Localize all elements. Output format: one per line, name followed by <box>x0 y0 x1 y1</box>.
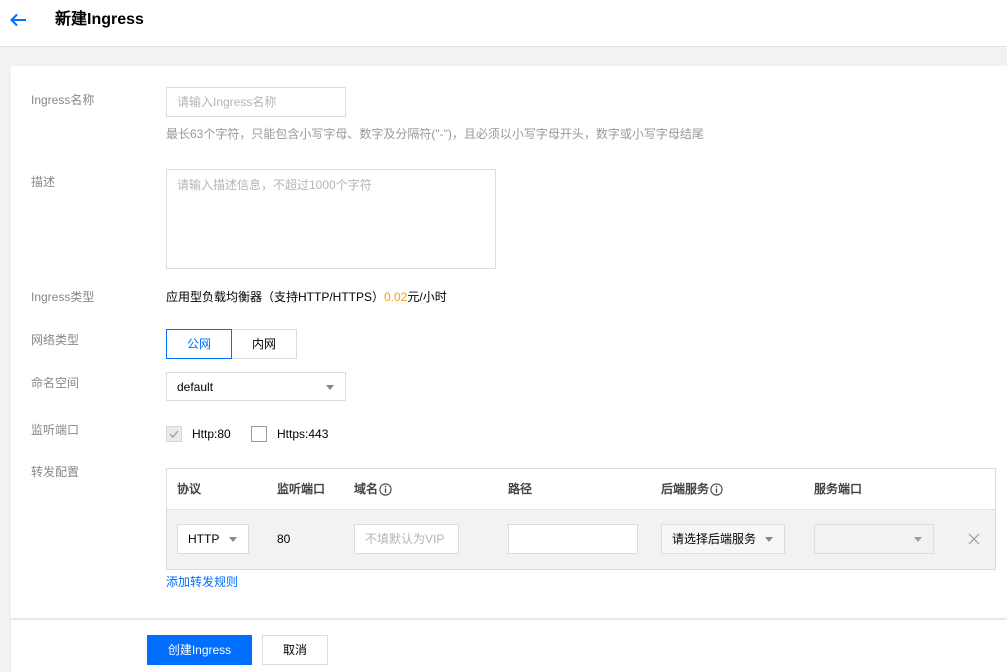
table-header: 协议 监听端口 域名 路径 后端服务 服务端口 <box>167 469 995 509</box>
path-input[interactable] <box>508 524 638 554</box>
description-textarea[interactable] <box>166 169 496 269</box>
namespace-select[interactable]: default <box>166 372 346 401</box>
forwarding-table: 协议 监听端口 域名 路径 后端服务 服务端口 HTTP 80 请选择后端服务 <box>166 468 996 570</box>
info-icon[interactable] <box>379 482 392 496</box>
close-icon[interactable] <box>968 533 980 545</box>
namespace-select-value: default <box>177 379 214 394</box>
column-header-service-port: 服务端口 <box>814 482 863 496</box>
protocol-select[interactable]: HTTP <box>177 524 249 554</box>
namespace-label: 命名空间 <box>31 376 80 390</box>
service-port-select[interactable] <box>814 524 934 554</box>
info-icon[interactable] <box>710 482 723 496</box>
backend-service-select[interactable]: 请选择后端服务 <box>661 524 785 554</box>
network-option-public[interactable]: 公网 <box>166 329 232 359</box>
cancel-button[interactable]: 取消 <box>262 635 328 665</box>
ingress-name-hint: 最长63个字符，只能包含小写字母、数字及分隔符("-")，且必须以小写字母开头，… <box>166 127 704 141</box>
https-443-checkbox[interactable] <box>251 426 267 442</box>
ingress-name-input[interactable] <box>166 87 346 117</box>
protocol-select-value: HTTP <box>188 532 220 546</box>
price-unit: 元/小时 <box>407 290 447 304</box>
caret-down-icon <box>229 537 237 542</box>
http-80-label: Http:80 <box>192 427 231 441</box>
caret-down-icon <box>765 537 773 542</box>
network-option-private[interactable]: 内网 <box>231 329 297 359</box>
check-icon <box>169 430 179 439</box>
listen-port-label: 监听端口 <box>31 423 80 437</box>
column-header-backend-service-label: 后端服务 <box>661 482 710 496</box>
column-header-backend-service: 后端服务 <box>661 482 723 496</box>
page-header: 新建Ingress <box>0 0 1007 47</box>
forwarding-label: 转发配置 <box>31 465 80 479</box>
http-80-option[interactable]: Http:80 <box>166 426 236 442</box>
column-header-path: 路径 <box>508 482 533 496</box>
http-80-checkbox[interactable] <box>166 426 182 442</box>
ingress-type-value: 应用型负载均衡器（支持HTTP/HTTPS）0.02元/小时 <box>166 290 447 304</box>
network-type-label: 网络类型 <box>31 333 80 347</box>
domain-input[interactable] <box>354 524 459 554</box>
page-title: 新建Ingress <box>55 11 144 28</box>
https-443-option[interactable]: Https:443 <box>251 426 336 442</box>
add-forwarding-rule-link[interactable]: 添加转发规则 <box>166 575 238 589</box>
listen-port-value: 80 <box>277 532 291 546</box>
caret-down-icon <box>326 384 334 390</box>
arrow-left-icon[interactable] <box>9 13 27 27</box>
ingress-type-text: 应用型负载均衡器（支持HTTP/HTTPS） <box>166 290 384 304</box>
ingress-name-label: Ingress名称 <box>31 93 95 107</box>
column-header-domain-label: 域名 <box>354 482 379 496</box>
ingress-type-label: Ingress类型 <box>31 290 95 304</box>
price-value: 0.02 <box>384 290 408 304</box>
description-label: 描述 <box>31 175 56 189</box>
table-row: HTTP 80 请选择后端服务 <box>167 509 995 569</box>
create-ingress-button[interactable]: 创建Ingress <box>147 635 252 665</box>
caret-down-icon <box>914 537 922 542</box>
column-header-protocol: 协议 <box>177 482 202 496</box>
column-header-domain: 域名 <box>354 482 392 496</box>
column-header-listen-port: 监听端口 <box>277 482 326 496</box>
https-443-label: Https:443 <box>277 427 329 441</box>
backend-service-select-value: 请选择后端服务 <box>672 532 757 546</box>
